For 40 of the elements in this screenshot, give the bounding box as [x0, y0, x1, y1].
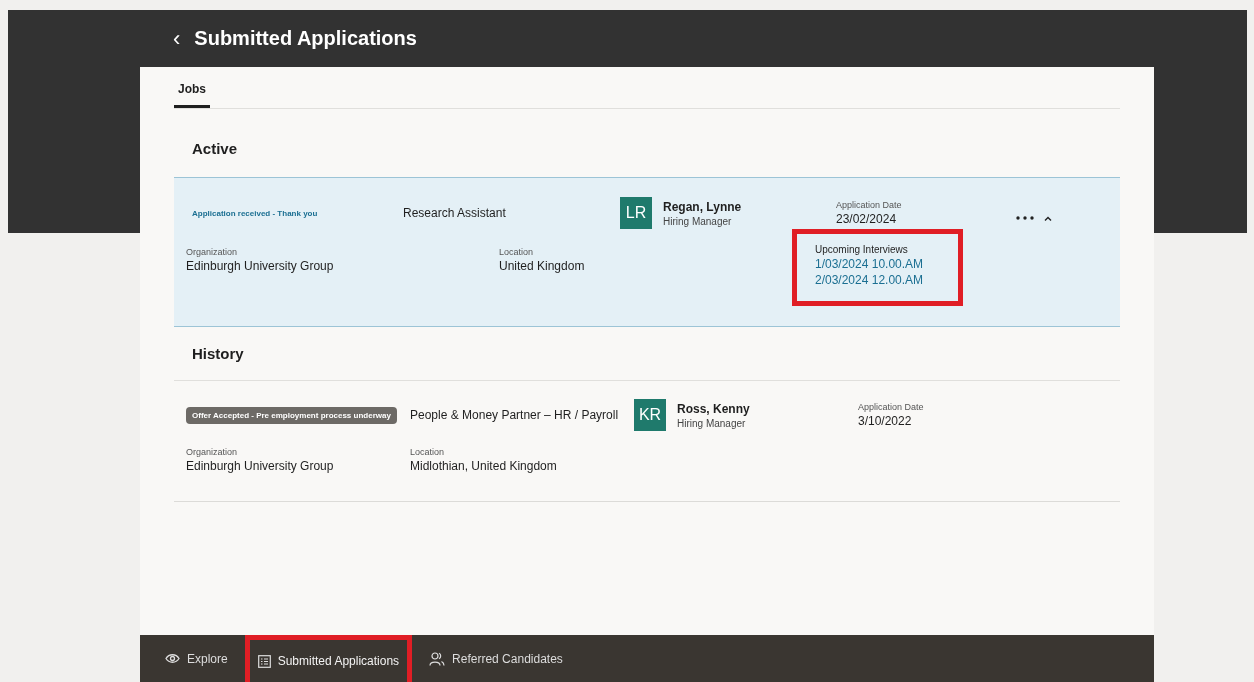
location-value: Midlothian, United Kingdom: [410, 459, 557, 473]
section-title: History: [191, 344, 245, 364]
manager-role: Hiring Manager: [677, 417, 747, 429]
application-row[interactable]: [174, 177, 1120, 327]
interview-link[interactable]: 2/03/2024 12.00.AM: [815, 273, 924, 287]
tab[interactable]: Jobs: [174, 82, 210, 108]
eye-icon: [165, 653, 180, 664]
nav-item[interactable]: Referred Candidates: [418, 635, 574, 682]
page-title: Submitted Applications: [194, 27, 417, 50]
manager-role: Hiring Manager: [663, 215, 733, 227]
field-label: Location: [499, 247, 534, 257]
organization-value: Edinburgh University Group: [186, 459, 334, 473]
job-title: People & Money Partner – HR / Payroll: [410, 408, 619, 422]
field-label: Application Date: [858, 402, 924, 412]
section-title: Active: [191, 139, 239, 159]
avatar: LR: [620, 197, 652, 229]
application-row[interactable]: [174, 380, 1120, 502]
manager-name: Ross, Kenny: [677, 401, 750, 416]
status-badge: Offer Accepted - Pre employment process underway: [186, 406, 397, 424]
status-text: Application received - Thank you: [192, 208, 318, 218]
nav-item[interactable]: Submitted Applications: [244, 635, 413, 682]
field-label: Application Date: [836, 200, 902, 210]
nav-item[interactable]: Explore: [154, 635, 239, 682]
field-label: Organization: [186, 447, 238, 457]
manager-name: Regan, Lynne: [663, 199, 742, 214]
interview-link[interactable]: 1/03/2024 10.00.AM: [815, 257, 924, 271]
list-icon: [257, 654, 271, 668]
people-icon: [429, 651, 446, 666]
more-icon[interactable]: [1016, 216, 1034, 220]
location-value: United Kingdom: [499, 259, 585, 273]
application-date: 3/10/2022: [858, 414, 912, 428]
field-label: Location: [410, 447, 445, 457]
interviews-label: Upcoming Interviews: [815, 244, 908, 255]
collapse-caret-icon[interactable]: [1044, 215, 1052, 221]
application-date: 23/02/2024: [836, 212, 897, 226]
field-label: Organization: [186, 247, 238, 257]
job-title: Research Assistant: [403, 206, 506, 220]
back-icon[interactable]: ‹: [173, 27, 181, 50]
avatar: KR: [634, 399, 666, 431]
organization-value: Edinburgh University Group: [186, 259, 334, 273]
